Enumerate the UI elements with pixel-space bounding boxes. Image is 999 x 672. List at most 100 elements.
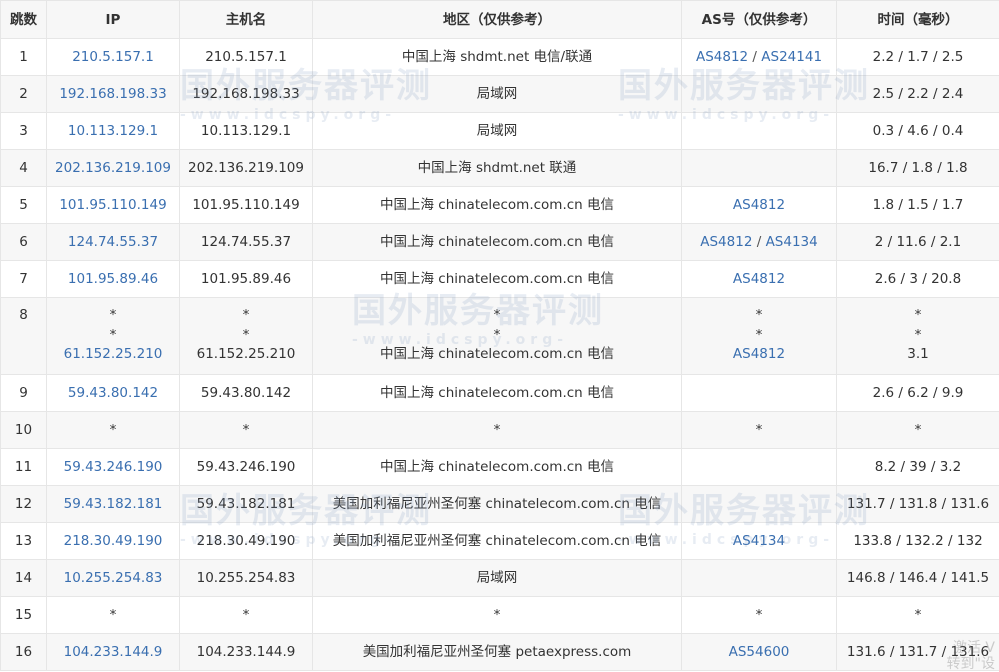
as-cell bbox=[681, 149, 837, 187]
as-cell: AS4812 bbox=[681, 260, 837, 298]
host-cell: 101.95.110.149 bbox=[179, 186, 313, 224]
host-cell: 59.43.182.181 bbox=[179, 485, 313, 523]
ip-text: * bbox=[109, 307, 117, 323]
ip-link[interactable]: 59.43.246.190 bbox=[64, 459, 163, 475]
ip-link[interactable]: 101.95.89.46 bbox=[68, 271, 158, 287]
as-link[interactable]: AS4812 bbox=[696, 49, 748, 65]
table-row: 10 * * * * * bbox=[0, 411, 999, 449]
ip-text: * bbox=[109, 326, 117, 343]
ip-cell: * bbox=[46, 411, 180, 449]
as-link[interactable]: AS54600 bbox=[729, 644, 790, 660]
as-cell bbox=[681, 559, 837, 597]
table-row: 8 * * 61.152.25.210 * * 61.152.25.210 * … bbox=[0, 297, 999, 375]
ip-link[interactable]: 61.152.25.210 bbox=[64, 346, 163, 362]
as-link[interactable]: AS4134 bbox=[766, 234, 818, 250]
region-cell: 中国上海 chinatelecom.com.cn 电信 bbox=[312, 448, 682, 486]
ip-link[interactable]: 124.74.55.37 bbox=[68, 234, 158, 250]
ip-cell: * * 61.152.25.210 bbox=[46, 297, 180, 375]
hop-cell: 12 bbox=[0, 485, 47, 523]
table-row: 12 59.43.182.181 59.43.182.181 美国加利福尼亚州圣… bbox=[0, 485, 999, 523]
host-cell: 10.113.129.1 bbox=[179, 112, 313, 150]
host-cell: 101.95.89.46 bbox=[179, 260, 313, 298]
table-row: 7 101.95.89.46 101.95.89.46 中国上海 chinate… bbox=[0, 260, 999, 298]
region-cell: 中国上海 chinatelecom.com.cn 电信 bbox=[312, 186, 682, 224]
hop-cell: 6 bbox=[0, 223, 47, 261]
hop-cell: 9 bbox=[0, 374, 47, 412]
host-cell: * * 61.152.25.210 bbox=[179, 297, 313, 375]
table-row: 16 104.233.144.9 104.233.144.9 美国加利福尼亚州圣… bbox=[0, 633, 999, 671]
hop-cell: 4 bbox=[0, 149, 47, 187]
hop-cell: 14 bbox=[0, 559, 47, 597]
region-cell: 局域网 bbox=[312, 559, 682, 597]
time-cell: 1.8 / 1.5 / 1.7 bbox=[836, 186, 999, 224]
region-cell: 中国上海 chinatelecom.com.cn 电信 bbox=[312, 374, 682, 412]
ip-cell: * bbox=[46, 596, 180, 634]
time-cell: * * 3.1 bbox=[836, 297, 999, 375]
as-link[interactable]: AS4812 bbox=[733, 346, 785, 362]
time-cell: * bbox=[836, 411, 999, 449]
ip-link[interactable]: 59.43.80.142 bbox=[68, 385, 158, 401]
column-header-region: 地区（仅供参考） bbox=[312, 0, 682, 39]
host-cell: * bbox=[179, 411, 313, 449]
column-header-ip: IP bbox=[46, 0, 180, 39]
ip-link[interactable]: 59.43.182.181 bbox=[64, 496, 163, 512]
activation-line: 转到"设 bbox=[946, 656, 995, 672]
host-cell: 202.136.219.109 bbox=[179, 149, 313, 187]
as-cell: * bbox=[681, 411, 837, 449]
as-link[interactable]: AS4812 bbox=[733, 197, 785, 213]
region-cell: * * 中国上海 chinatelecom.com.cn 电信 bbox=[312, 297, 682, 375]
table-row: 3 10.113.129.1 10.113.129.1 局域网 0.3 / 4.… bbox=[0, 112, 999, 150]
as-cell bbox=[681, 112, 837, 150]
hop-cell: 7 bbox=[0, 260, 47, 298]
activation-line: 激活 V bbox=[952, 640, 995, 656]
time-cell: 133.8 / 132.2 / 132 bbox=[836, 522, 999, 560]
time-cell: 2 / 11.6 / 2.1 bbox=[836, 223, 999, 261]
as-link[interactable]: AS4134 bbox=[733, 533, 785, 549]
host-cell: 218.30.49.190 bbox=[179, 522, 313, 560]
hop-cell: 11 bbox=[0, 448, 47, 486]
table-header-row: 跳数 IP 主机名 地区（仅供参考） AS号（仅供参考） 时间（毫秒） bbox=[0, 0, 999, 39]
ip-link[interactable]: 101.95.110.149 bbox=[59, 197, 166, 213]
time-cell: 8.2 / 39 / 3.2 bbox=[836, 448, 999, 486]
column-header-host: 主机名 bbox=[179, 0, 313, 39]
ip-link[interactable]: 10.113.129.1 bbox=[68, 123, 158, 139]
hop-cell: 13 bbox=[0, 522, 47, 560]
hop-cell: 5 bbox=[0, 186, 47, 224]
as-link[interactable]: AS24141 bbox=[761, 49, 822, 65]
table-row: 11 59.43.246.190 59.43.246.190 中国上海 chin… bbox=[0, 448, 999, 486]
host-cell: 192.168.198.33 bbox=[179, 75, 313, 113]
as-cell: AS4812 / AS4134 bbox=[681, 223, 837, 261]
region-cell: * bbox=[312, 596, 682, 634]
host-cell: 104.233.144.9 bbox=[179, 633, 313, 671]
region-cell: 局域网 bbox=[312, 75, 682, 113]
ip-link[interactable]: 218.30.49.190 bbox=[64, 533, 163, 549]
ip-link[interactable]: 10.255.254.83 bbox=[64, 570, 163, 586]
table-row: 5 101.95.110.149 101.95.110.149 中国上海 chi… bbox=[0, 186, 999, 224]
table-row: 13 218.30.49.190 218.30.49.190 美国加利福尼亚州圣… bbox=[0, 522, 999, 560]
ip-link[interactable]: 210.5.157.1 bbox=[72, 49, 154, 65]
as-link[interactable]: AS4812 bbox=[700, 234, 752, 250]
hop-cell: 10 bbox=[0, 411, 47, 449]
table-row: 14 10.255.254.83 10.255.254.83 局域网 146.8… bbox=[0, 559, 999, 597]
time-cell: 131.7 / 131.8 / 131.6 bbox=[836, 485, 999, 523]
table-row: 15 * * * * * bbox=[0, 596, 999, 634]
host-cell: 210.5.157.1 bbox=[179, 38, 313, 76]
region-cell: 美国加利福尼亚州圣何塞 chinatelecom.com.cn 电信 bbox=[312, 485, 682, 523]
time-cell: * bbox=[836, 596, 999, 634]
host-cell: 59.43.80.142 bbox=[179, 374, 313, 412]
column-header-as: AS号（仅供参考） bbox=[681, 0, 837, 39]
time-cell: 0.3 / 4.6 / 0.4 bbox=[836, 112, 999, 150]
region-cell: 美国加利福尼亚州圣何塞 petaexpress.com bbox=[312, 633, 682, 671]
as-cell: AS4134 bbox=[681, 522, 837, 560]
as-cell bbox=[681, 448, 837, 486]
as-cell bbox=[681, 374, 837, 412]
ip-link[interactable]: 192.168.198.33 bbox=[59, 86, 166, 102]
region-cell: 中国上海 shdmt.net 电信/联通 bbox=[312, 38, 682, 76]
ip-link[interactable]: 104.233.144.9 bbox=[64, 644, 163, 660]
as-link[interactable]: AS4812 bbox=[733, 271, 785, 287]
hop-cell: 1 bbox=[0, 38, 47, 76]
hop-cell: 3 bbox=[0, 112, 47, 150]
host-cell: 10.255.254.83 bbox=[179, 559, 313, 597]
hop-cell: 8 bbox=[0, 297, 47, 375]
ip-link[interactable]: 202.136.219.109 bbox=[55, 160, 171, 176]
